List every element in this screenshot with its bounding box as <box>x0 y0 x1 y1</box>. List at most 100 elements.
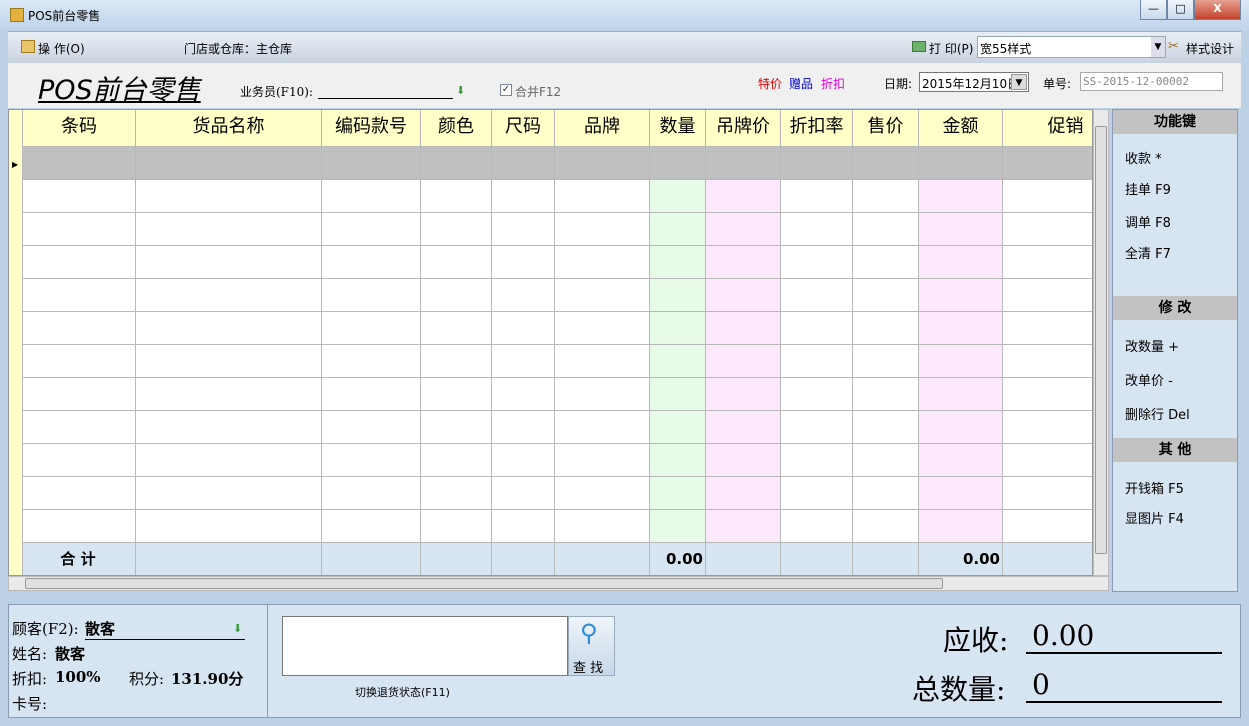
salesman-input[interactable] <box>318 82 453 99</box>
grid-cell[interactable] <box>492 279 555 312</box>
grid-cell[interactable] <box>781 378 853 411</box>
function-key-item[interactable]: 收款 * <box>1125 148 1162 167</box>
grid-cell[interactable] <box>136 279 322 312</box>
grid-cell[interactable] <box>919 345 1003 378</box>
style-design-button[interactable]: 样式设计 <box>1186 40 1234 57</box>
grid-cell[interactable] <box>23 213 136 246</box>
grid-cell[interactable] <box>781 279 853 312</box>
grid-cell[interactable] <box>555 213 650 246</box>
grid-cell[interactable] <box>555 411 650 444</box>
grid-cell[interactable] <box>650 345 706 378</box>
grid-cell[interactable] <box>706 213 781 246</box>
grid-cell[interactable] <box>492 312 555 345</box>
grid-cell[interactable] <box>322 345 421 378</box>
grid-cell[interactable] <box>322 378 421 411</box>
grid-cell[interactable] <box>322 246 421 279</box>
function-key-item[interactable]: 改单价 - <box>1125 370 1173 389</box>
grid-cell[interactable] <box>136 378 322 411</box>
grid-cell[interactable] <box>23 345 136 378</box>
grid-cell[interactable] <box>853 213 919 246</box>
grid-cell[interactable] <box>919 246 1003 279</box>
grid-cell[interactable] <box>555 312 650 345</box>
grid-cell[interactable] <box>706 510 781 543</box>
grid-cell[interactable] <box>781 312 853 345</box>
function-key-item[interactable]: 显图片 F4 <box>1125 508 1184 527</box>
grid-cell[interactable] <box>421 345 492 378</box>
items-grid[interactable]: 条码 货品名称 编码款号 颜色 尺码 品牌 数量 吊牌价 折扣率 售价 金额 促销 ▶ 合 计 0.00 0.… <box>8 109 1093 576</box>
column-header[interactable]: 金额 <box>919 110 1003 147</box>
grid-cell[interactable] <box>23 180 136 213</box>
grid-cell[interactable] <box>421 279 492 312</box>
grid-cell[interactable] <box>919 312 1003 345</box>
grid-cell[interactable] <box>421 312 492 345</box>
grid-cell[interactable] <box>322 213 421 246</box>
grid-cell[interactable] <box>1003 213 1092 246</box>
grid-cell[interactable] <box>421 180 492 213</box>
grid-cell[interactable] <box>706 279 781 312</box>
grid-cell[interactable] <box>23 312 136 345</box>
grid-cell[interactable] <box>706 477 781 510</box>
grid-cell[interactable] <box>650 411 706 444</box>
grid-cell[interactable] <box>706 180 781 213</box>
column-header[interactable]: 品牌 <box>555 110 650 147</box>
grid-cell[interactable] <box>650 312 706 345</box>
grid-cell[interactable] <box>650 147 706 180</box>
grid-cell[interactable] <box>781 213 853 246</box>
grid-cell[interactable] <box>919 213 1003 246</box>
grid-cell[interactable] <box>136 147 322 180</box>
grid-cell[interactable] <box>492 180 555 213</box>
grid-cell[interactable] <box>919 477 1003 510</box>
grid-cell[interactable] <box>1003 411 1092 444</box>
arrow-down-icon[interactable]: ⬇ <box>233 622 242 635</box>
grid-cell[interactable] <box>136 444 322 477</box>
style-select[interactable]: 宽55样式 ▼ <box>977 36 1166 58</box>
grid-cell[interactable] <box>136 246 322 279</box>
minimize-button[interactable]: — <box>1140 0 1167 20</box>
grid-cell[interactable] <box>1003 246 1092 279</box>
column-header[interactable]: 吊牌价 <box>706 110 781 147</box>
grid-cell[interactable] <box>136 477 322 510</box>
grid-cell[interactable] <box>919 444 1003 477</box>
column-header[interactable]: 货品名称 <box>136 110 322 147</box>
grid-cell[interactable] <box>555 378 650 411</box>
grid-cell[interactable] <box>23 444 136 477</box>
grid-cell[interactable] <box>650 378 706 411</box>
grid-cell[interactable] <box>322 147 421 180</box>
vertical-scrollbar[interactable] <box>1093 109 1109 576</box>
date-picker[interactable]: 2015年12月10日 ▼ <box>919 72 1029 92</box>
grid-cell[interactable] <box>650 213 706 246</box>
grid-cell[interactable] <box>421 444 492 477</box>
function-key-item[interactable]: 调单 F8 <box>1125 212 1171 231</box>
column-header[interactable]: 颜色 <box>421 110 492 147</box>
grid-cell[interactable] <box>706 378 781 411</box>
grid-cell[interactable] <box>781 444 853 477</box>
grid-cell[interactable] <box>706 312 781 345</box>
grid-cell[interactable] <box>492 147 555 180</box>
horizontal-scrollbar[interactable] <box>8 576 1109 591</box>
grid-cell[interactable] <box>853 246 919 279</box>
column-header[interactable]: 售价 <box>853 110 919 147</box>
print-button[interactable]: 打 印(P) <box>929 40 973 57</box>
grid-cell[interactable] <box>853 147 919 180</box>
grid-cell[interactable] <box>322 312 421 345</box>
column-header[interactable]: 尺码 <box>492 110 555 147</box>
column-header[interactable]: 编码款号 <box>322 110 421 147</box>
grid-cell[interactable] <box>322 411 421 444</box>
grid-cell[interactable] <box>492 510 555 543</box>
grid-cell[interactable] <box>650 180 706 213</box>
grid-cell[interactable] <box>322 477 421 510</box>
grid-cell[interactable] <box>1003 279 1092 312</box>
grid-cell[interactable] <box>853 312 919 345</box>
grid-cell[interactable] <box>650 510 706 543</box>
grid-cell[interactable] <box>136 411 322 444</box>
grid-cell[interactable] <box>136 312 322 345</box>
grid-cell[interactable] <box>421 411 492 444</box>
function-key-item[interactable]: 开钱箱 F5 <box>1125 478 1184 497</box>
merge-checkbox[interactable]: ✓ <box>500 84 512 96</box>
grid-cell[interactable] <box>781 345 853 378</box>
grid-cell[interactable] <box>1003 312 1092 345</box>
function-key-item[interactable]: 挂单 F9 <box>1125 179 1171 198</box>
grid-cell[interactable] <box>23 279 136 312</box>
grid-cell[interactable] <box>555 510 650 543</box>
grid-cell[interactable] <box>555 477 650 510</box>
